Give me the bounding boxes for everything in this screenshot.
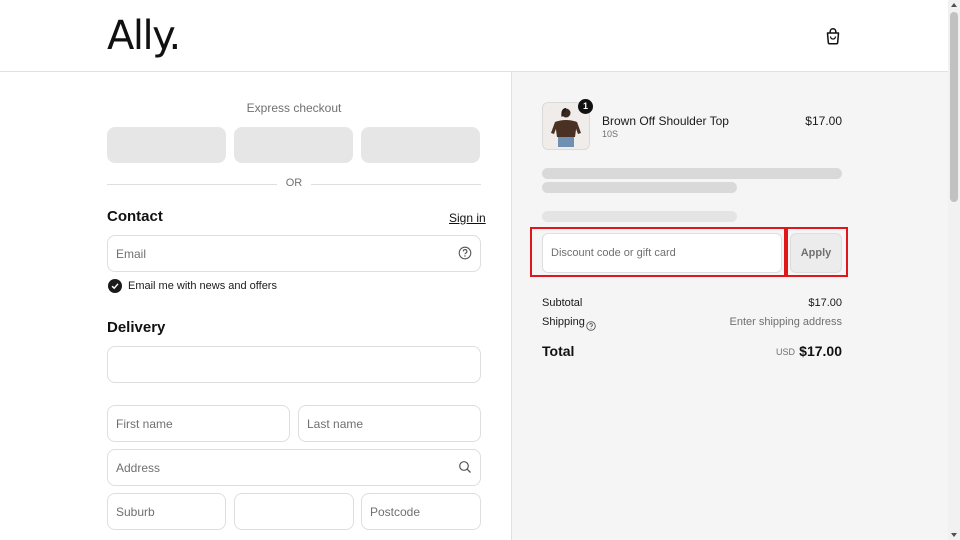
shopping-bag-icon[interactable] [823, 26, 843, 46]
loading-skeleton [542, 211, 737, 222]
or-divider: OR [107, 176, 481, 192]
shipping-label: Shipping [542, 316, 585, 328]
product-price: $17.00 [805, 114, 842, 128]
quantity-badge: 1 [578, 99, 593, 114]
sign-in-link[interactable]: Sign in [449, 211, 486, 225]
subtotal-label: Subtotal [542, 297, 583, 309]
address-field[interactable]: Address [107, 449, 481, 486]
highlight-box-discount [530, 227, 786, 277]
email-placeholder: Email [116, 247, 147, 261]
loading-skeleton [542, 182, 737, 193]
product-variant: 10S [602, 129, 619, 139]
header: Ally. [0, 0, 948, 72]
scrollbar-thumb[interactable] [950, 12, 958, 202]
express-checkout-label: Express checkout [246, 101, 342, 115]
first-name-placeholder: First name [116, 417, 173, 431]
total-value: $17.00 [799, 343, 842, 359]
last-name-field[interactable]: Last name [298, 405, 481, 442]
delivery-heading: Delivery [107, 319, 166, 336]
shipping-info-icon[interactable] [586, 318, 596, 331]
product-name: Brown Off Shoulder Top [602, 114, 729, 128]
suburb-placeholder: Suburb [116, 505, 155, 519]
page-scrollbar[interactable] [948, 0, 960, 540]
postcode-placeholder: Postcode [370, 505, 421, 519]
express-pay-button-2[interactable] [234, 127, 353, 163]
express-pay-button-1[interactable] [107, 127, 226, 163]
or-label: OR [285, 177, 303, 189]
last-name-placeholder: Last name [307, 417, 364, 431]
email-field[interactable]: Email [107, 235, 481, 272]
newsletter-checkbox[interactable] [108, 279, 122, 293]
total-currency: USD [775, 347, 795, 357]
question-circle-icon[interactable] [458, 246, 472, 260]
highlight-box-apply [786, 227, 848, 277]
state-select[interactable] [234, 493, 354, 530]
total-label: Total [542, 343, 575, 359]
express-pay-button-3[interactable] [361, 127, 480, 163]
address-placeholder: Address [116, 461, 161, 475]
store-logo[interactable]: Ally. [107, 8, 181, 64]
loading-skeleton [542, 168, 842, 179]
search-icon [458, 460, 472, 474]
scroll-up-arrow-icon[interactable] [951, 3, 957, 7]
country-select[interactable] [107, 346, 481, 383]
suburb-field[interactable]: Suburb [107, 493, 226, 530]
divider-line [311, 184, 481, 185]
scroll-down-arrow-icon[interactable] [951, 533, 957, 537]
newsletter-label[interactable]: Email me with news and offers [128, 280, 277, 292]
contact-heading: Contact [107, 208, 163, 225]
shipping-value: Enter shipping address [729, 316, 842, 328]
subtotal-value: $17.00 [808, 297, 842, 309]
first-name-field[interactable]: First name [107, 405, 290, 442]
postcode-field[interactable]: Postcode [361, 493, 481, 530]
